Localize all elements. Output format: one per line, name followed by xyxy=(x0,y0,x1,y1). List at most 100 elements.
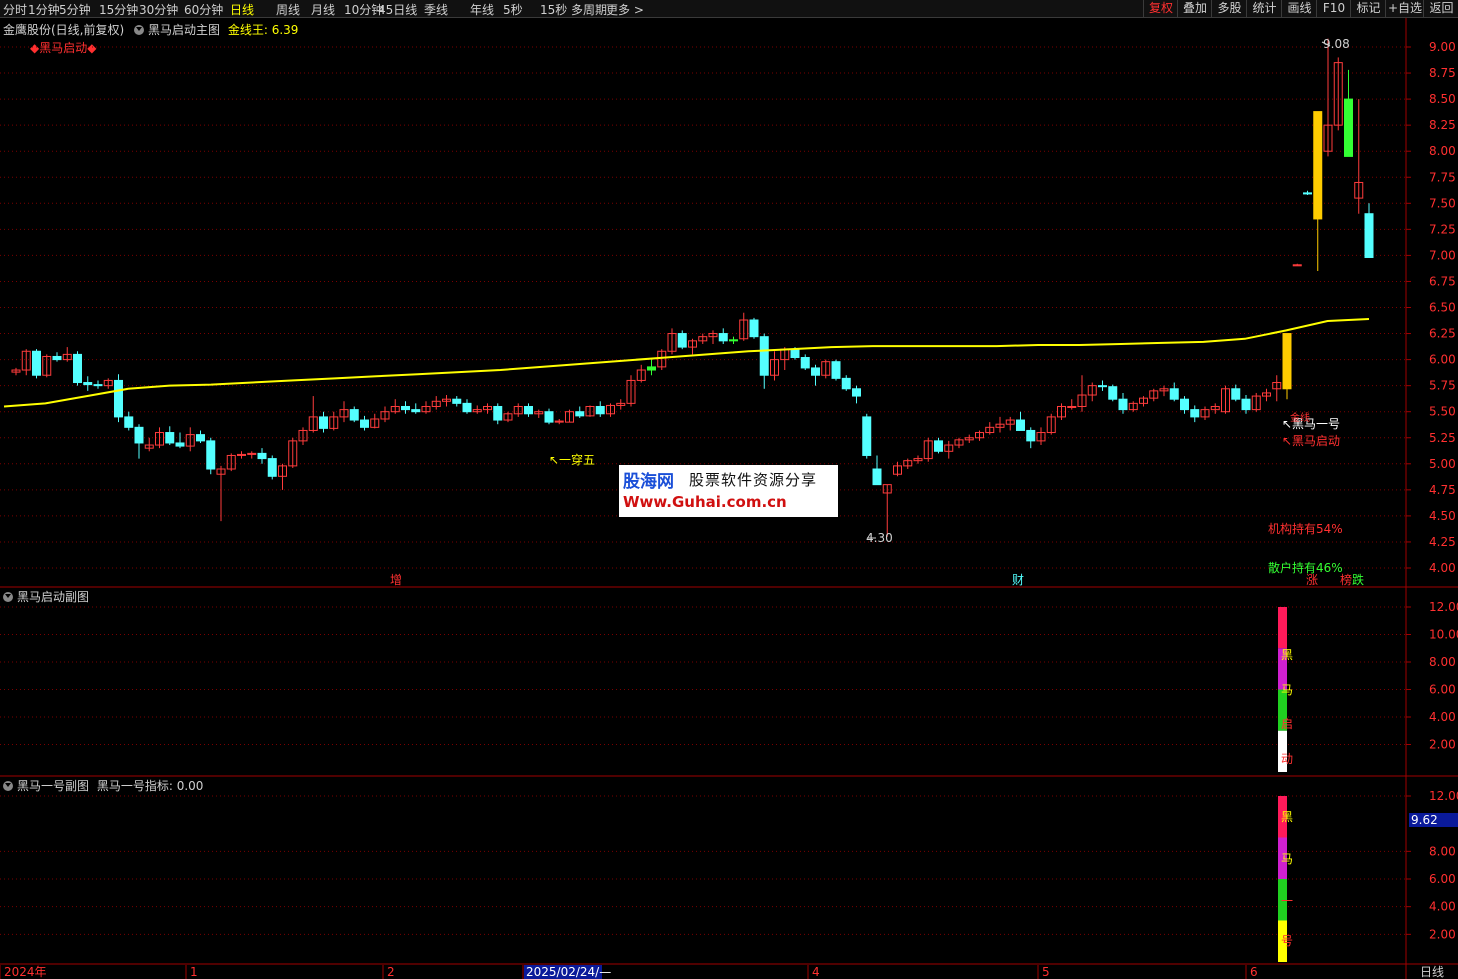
tag-die[interactable]: 跌 xyxy=(1352,571,1364,588)
candle-body-4 xyxy=(52,355,62,361)
watermark-url: Www.Guhai.com.cn xyxy=(623,493,787,511)
main-ylabel-5: 7.75 xyxy=(1429,170,1456,184)
tag-bang[interactable]: 榜 xyxy=(1340,571,1352,588)
main-ylabel-12: 6.00 xyxy=(1429,353,1456,367)
candle-body-113 xyxy=(1169,388,1179,400)
heima-start-label: ↖黑马启动 xyxy=(1282,434,1341,448)
candle-body-98 xyxy=(1016,419,1025,431)
sub1-ylabel-0: 12.00 xyxy=(1429,600,1458,614)
sub2-char-3: 一 xyxy=(1280,894,1293,908)
candle-body-30 xyxy=(319,416,328,429)
institution-holding: 机构持有54% xyxy=(1268,522,1343,536)
sub2-ylabel-0: 12.00 xyxy=(1429,789,1458,803)
sub2-ylabel-2: 6.00 xyxy=(1429,872,1456,886)
candle-body-57 xyxy=(595,405,605,415)
main-ylabel-1: 8.75 xyxy=(1429,66,1456,80)
candle-body-47 xyxy=(493,405,503,421)
sub2-char-2: 马 xyxy=(1280,852,1293,866)
candle-body-120 xyxy=(1241,398,1251,411)
candle-body-130 xyxy=(1344,98,1353,157)
candle-body-82 xyxy=(852,388,861,397)
candle-body-73 xyxy=(759,336,769,376)
candle-body-50 xyxy=(524,405,533,415)
candle-body-126 xyxy=(1303,192,1312,195)
candle-body-107 xyxy=(1108,386,1118,400)
main-ylabel-8: 7.00 xyxy=(1429,248,1456,262)
watermark-banner: 股海网 股票软件资源分享 Www.Guhai.com.cn xyxy=(619,465,838,517)
candle-body-8 xyxy=(93,384,103,387)
sub1-bar-seg-0 xyxy=(1278,607,1287,649)
low-price-label: 4.30 xyxy=(866,531,893,545)
candle-body-65 xyxy=(677,333,687,348)
sub1-ylabel-3: 6.00 xyxy=(1429,683,1456,697)
main-ylabel-3: 8.25 xyxy=(1429,118,1456,132)
main-ylabel-18: 4.50 xyxy=(1429,509,1456,523)
main-ylabel-4: 8.00 xyxy=(1429,144,1456,158)
sub1-ylabel-4: 4.00 xyxy=(1429,710,1456,724)
main-ylabel-15: 5.25 xyxy=(1429,431,1456,445)
xaxis-label-1: 1 xyxy=(190,965,198,979)
xaxis-period-label: 日线 xyxy=(1420,965,1444,979)
candle-body-16 xyxy=(175,442,185,447)
tag-zeng[interactable]: 增 xyxy=(390,571,402,588)
candle-body-124 xyxy=(1282,333,1292,390)
candle-body-44 xyxy=(462,402,472,413)
candle-body-103 xyxy=(1067,405,1077,408)
candle-body-34 xyxy=(360,419,369,428)
main-ylabel-16: 5.00 xyxy=(1429,457,1456,471)
candle-body-76 xyxy=(790,348,800,359)
xaxis-label-3: 2025/02/24/— xyxy=(526,965,611,979)
tag-cai[interactable]: 财 xyxy=(1012,571,1024,588)
candle-body-43 xyxy=(452,398,462,404)
sub1-ylabel-1: 10.00 xyxy=(1429,628,1458,642)
sub2-char-1: 黑 xyxy=(1280,810,1293,824)
main-ylabel-2: 8.50 xyxy=(1429,92,1456,106)
sub1-ylabel-2: 8.00 xyxy=(1429,655,1456,669)
candle-body-81 xyxy=(841,377,851,390)
sub1-char-1: 黑 xyxy=(1280,648,1293,662)
candle-body-77 xyxy=(800,357,810,369)
high-price-label: 9.08 xyxy=(1323,37,1350,51)
candle-body-127 xyxy=(1313,111,1323,220)
candle-body-70 xyxy=(729,339,738,342)
tag-zhang[interactable]: 涨 xyxy=(1306,571,1318,588)
main-ylabel-19: 4.25 xyxy=(1429,535,1456,549)
candle-body-39 xyxy=(411,409,421,413)
main-ylabel-17: 4.75 xyxy=(1429,483,1456,497)
main-ylabel-20: 4.00 xyxy=(1429,561,1456,575)
candle-body-99 xyxy=(1026,429,1036,442)
jinxian-label: 金线 xyxy=(1290,413,1310,424)
sub2-ylabel-3: 4.00 xyxy=(1429,900,1456,914)
sub2-char-4: 号 xyxy=(1280,934,1293,948)
candle-body-72 xyxy=(749,319,759,338)
candle-body-7 xyxy=(83,382,93,386)
candle-body-38 xyxy=(401,405,410,411)
main-ylabel-10: 6.50 xyxy=(1429,301,1456,315)
candle-body-6 xyxy=(73,353,82,384)
sub1-char-4: 动 xyxy=(1280,752,1293,766)
candle-body-10 xyxy=(114,379,123,418)
candle-body-33 xyxy=(349,409,359,421)
xaxis-label-6: 6 xyxy=(1250,965,1258,979)
xaxis-label-0: 2024年 xyxy=(4,965,47,979)
candle-body-106 xyxy=(1098,385,1107,388)
main-ylabel-11: 6.25 xyxy=(1429,327,1456,341)
candle-body-115 xyxy=(1190,409,1200,418)
yichuanwu-label: ↖一穿五 xyxy=(549,453,596,467)
candle-body-83 xyxy=(862,416,872,456)
candle-body-25 xyxy=(267,458,277,477)
candle-body-114 xyxy=(1180,398,1189,411)
sub1-ylabel-5: 2.00 xyxy=(1429,738,1456,752)
xaxis-label-5: 5 xyxy=(1042,965,1050,979)
watermark-brand: 股海网 xyxy=(623,472,674,492)
candle-body-90 xyxy=(934,440,943,452)
candle-body-55 xyxy=(575,411,585,417)
candle-body-15 xyxy=(165,432,175,444)
watermark-slogan: 股票软件资源分享 xyxy=(689,471,818,489)
sub2-ylabel-1: 8.00 xyxy=(1429,844,1456,858)
candle-body-19 xyxy=(206,440,216,470)
main-ylabel-14: 5.50 xyxy=(1429,405,1456,419)
xaxis-label-2: 2 xyxy=(387,965,395,979)
candle-body-62 xyxy=(647,366,656,371)
candle-body-69 xyxy=(718,333,728,342)
